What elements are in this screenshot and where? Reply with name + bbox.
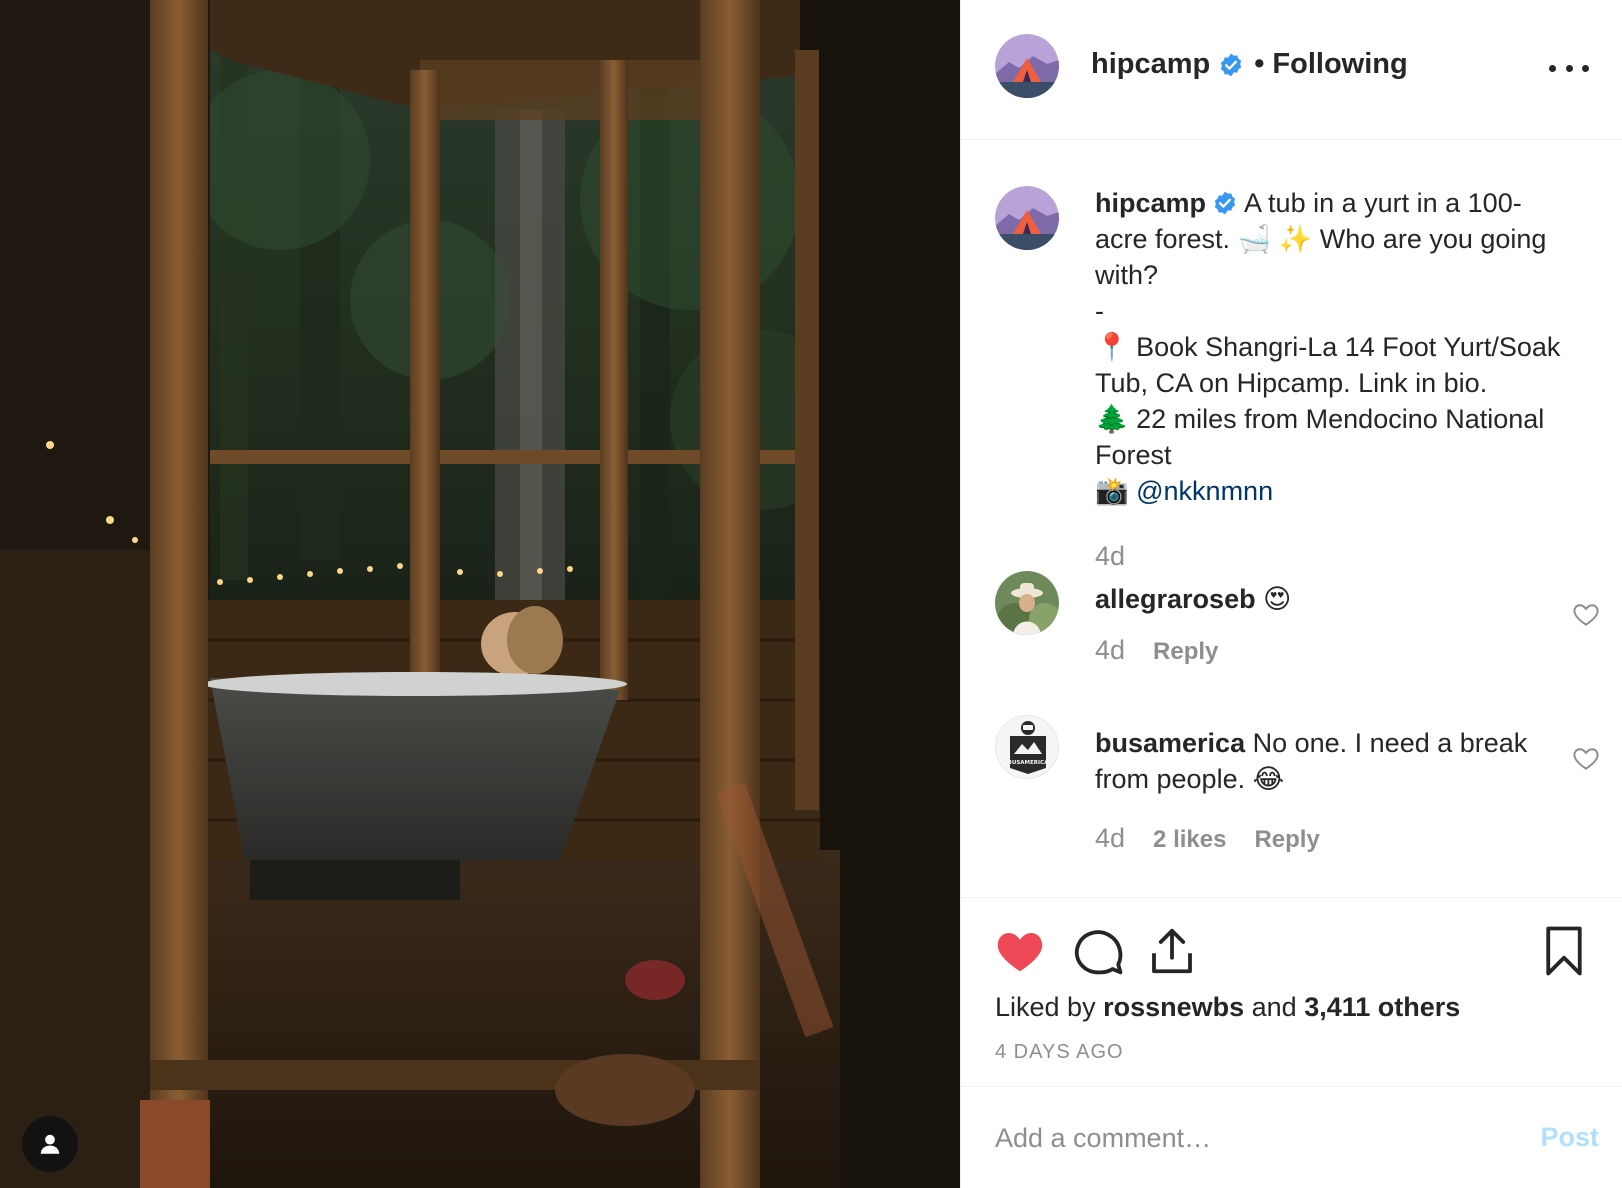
comment-bubble-icon[interactable] [1071,924,1125,978]
following-button[interactable]: Following [1272,48,1407,81]
post-side-panel: hipcamp • Following hipcamp A tub in a y… [960,0,1622,1188]
caption-line: Tub, CA on Hipcamp. Link in bio. [1095,368,1488,398]
reply-button[interactable]: Reply [1153,638,1218,666]
comment-username[interactable]: allegraroseb [1095,584,1256,614]
camera-emoji: 📸 [1095,476,1137,506]
busamerica-logo-text: BUSAMERICA [1008,760,1049,766]
yurt-bathtub-photo [0,0,960,1188]
header-author: hipcamp • Following [1091,48,1408,81]
commenter-avatar[interactable] [995,571,1059,635]
comment-meta: 4d Reply [1095,635,1218,666]
likes-count-button[interactable]: 3,411 others [1304,992,1460,1022]
add-comment-bar: Post [961,1088,1622,1188]
post-comment-button[interactable]: Post [1540,1122,1599,1153]
post-photo[interactable] [0,0,960,1188]
comment-body: 😍 [1255,584,1292,614]
comment-text: busamerica No one. I need a break from p… [1095,725,1535,797]
hipcamp-logo-icon [995,186,1059,250]
comment-like-icon[interactable] [1571,599,1601,629]
dot-separator: • [1254,48,1265,80]
caption-time[interactable]: 4d [1095,541,1125,572]
comment-time[interactable]: 4d [1095,635,1125,666]
author-avatar[interactable] [995,34,1059,98]
tagged-users-button[interactable] [22,1116,78,1172]
comments-section: hipcamp A tub in a yurt in a 100- acre fo… [961,141,1622,897]
post-header: hipcamp • Following [961,0,1622,140]
caption-avatar[interactable] [995,186,1059,250]
user-icon [40,1134,60,1154]
caption-username[interactable]: hipcamp [1095,188,1206,218]
verified-badge-icon [1221,53,1242,76]
comment-like-icon[interactable] [1571,743,1601,773]
liked-by-and: and [1244,992,1305,1022]
comment-likes[interactable]: 2 likes [1153,826,1226,854]
allegraroseb-avatar-icon [995,571,1059,635]
post-actions: Liked by rossnewbs and 3,411 others 4 DA… [961,897,1622,1087]
caption-text: hipcamp A tub in a yurt in a 100- acre fo… [1095,185,1595,509]
caption-line: A tub in a yurt in a 100- [1244,188,1522,218]
bookmark-icon[interactable] [1537,924,1591,978]
caption-line: 📍 Book Shangri-La 14 Foot Yurt/Soak [1095,332,1561,362]
mention-link[interactable]: @nkknmnn [1136,476,1273,506]
author-username[interactable]: hipcamp [1091,48,1210,81]
comment-body: No one. I need a break [1245,728,1528,758]
busamerica-logo-icon: BUSAMERICA [996,716,1058,778]
liked-by-prefix: Liked by [995,992,1104,1022]
liked-by-user[interactable]: rossnewbs [1103,992,1244,1022]
caption-line: 🌲 22 miles from Mendocino National [1095,404,1545,434]
caption-line: - [1095,296,1104,326]
comment-body: from people. 😂 [1095,764,1285,794]
comment-input[interactable] [995,1118,1495,1158]
verified-badge-icon [1214,191,1236,215]
more-options-icon[interactable] [1549,50,1589,86]
comment-meta: 4d 2 likes Reply [1095,823,1320,854]
post-date[interactable]: 4 DAYS AGO [995,1041,1124,1064]
caption-line: Forest [1095,440,1172,470]
reply-button[interactable]: Reply [1254,826,1319,854]
like-heart-icon[interactable] [993,924,1047,978]
caption-line: with? [1095,260,1159,290]
share-upload-icon[interactable] [1145,924,1199,978]
hipcamp-logo-icon [995,34,1059,98]
liked-by-text: Liked by rossnewbs and 3,411 others [995,992,1460,1023]
caption-line: acre forest. 🛁 ✨ Who are you going [1095,224,1547,254]
commenter-avatar[interactable]: BUSAMERICA [995,715,1059,779]
comment-username[interactable]: busamerica [1095,728,1245,758]
comment-text: allegraroseb 😍 [1095,581,1535,617]
comment-time[interactable]: 4d [1095,823,1125,854]
